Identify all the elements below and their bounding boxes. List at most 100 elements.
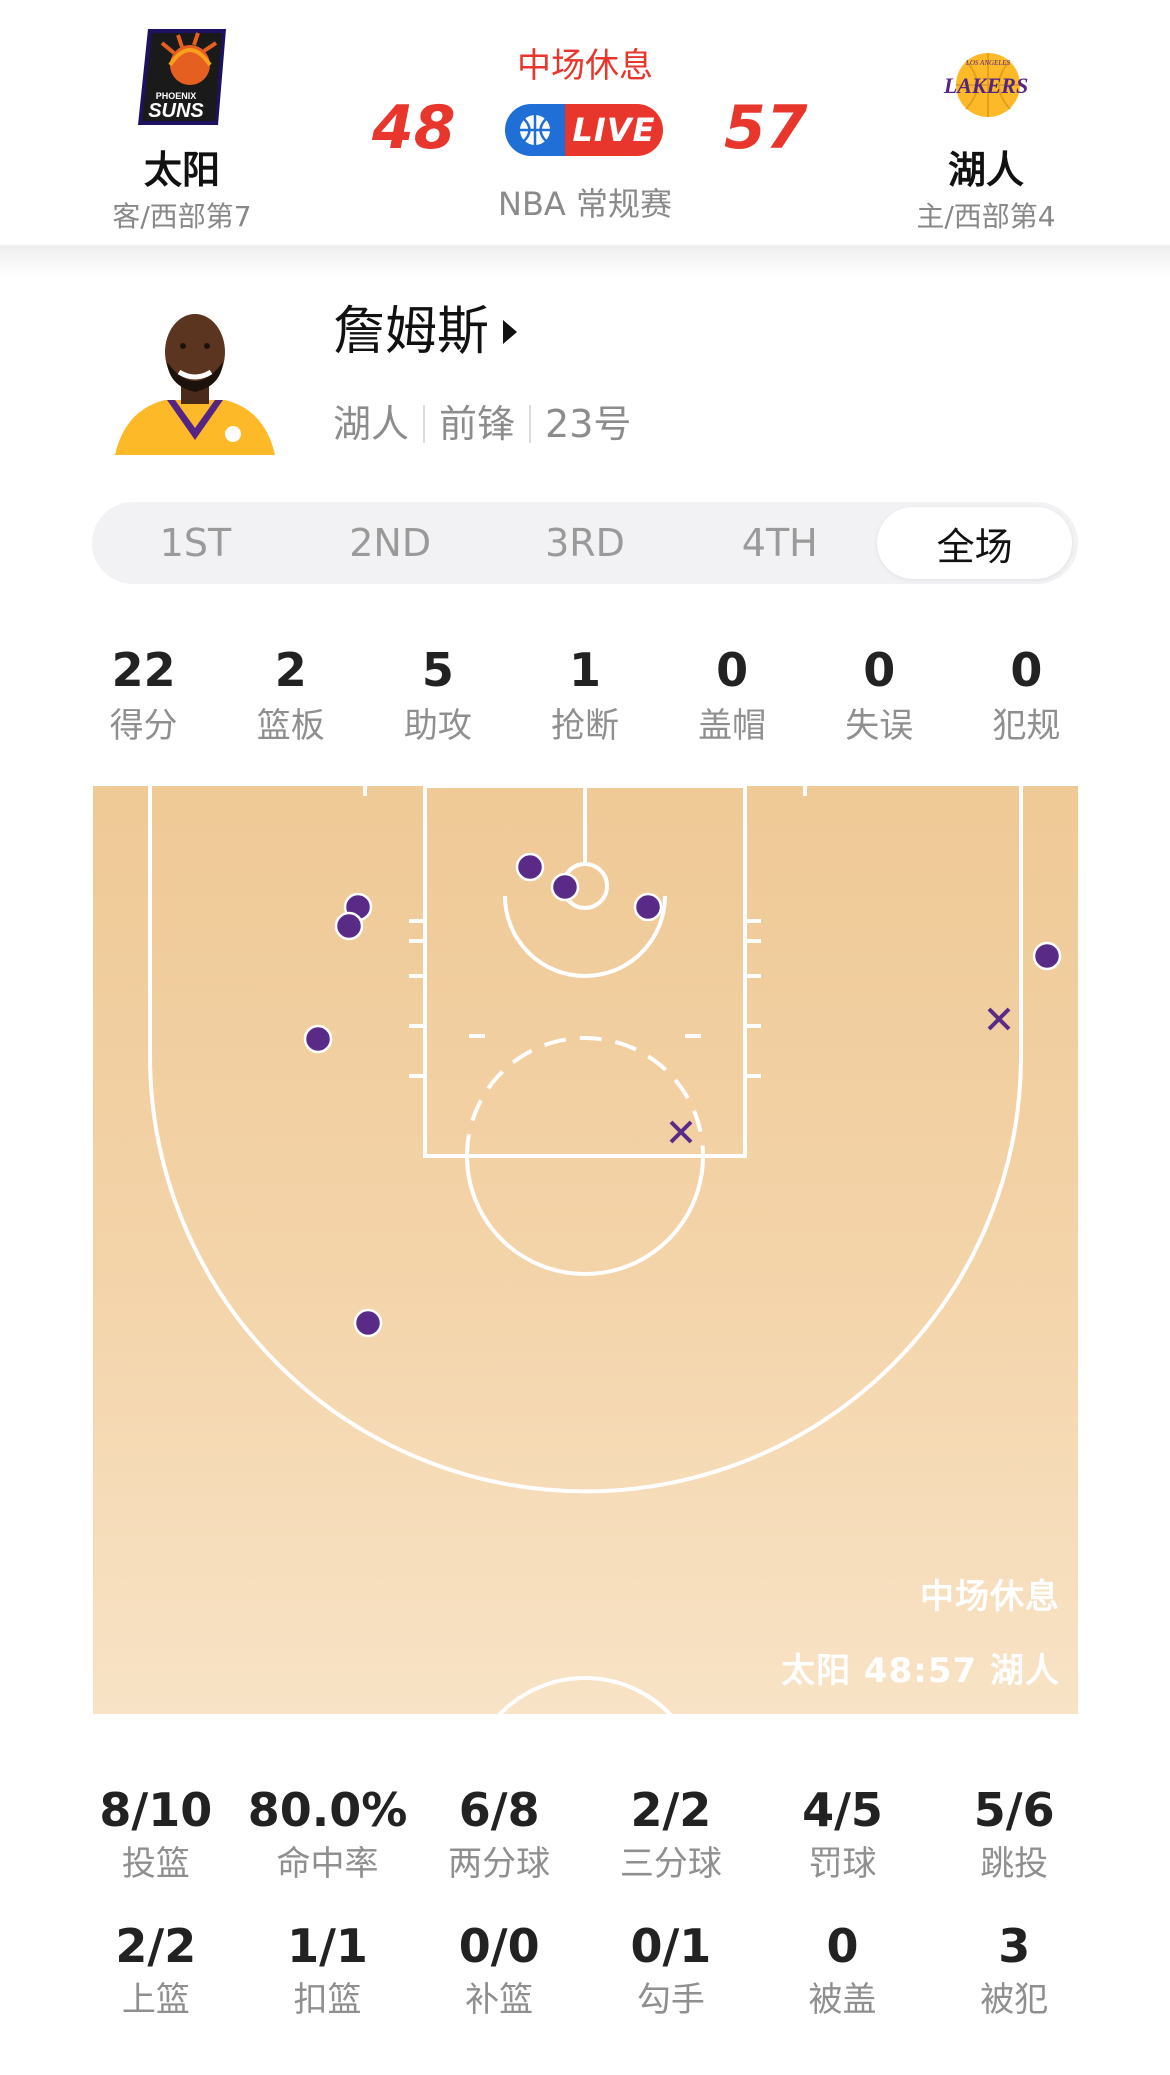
stat-value: 3 [998, 1919, 1031, 1973]
stat-label: 勾手 [636, 1980, 705, 2020]
missed-shot-marker [669, 1120, 693, 1144]
player-team: 湖人 [333, 402, 410, 446]
stat-value: 80.0% [247, 1783, 408, 1837]
player-name: 詹姆斯 [333, 302, 490, 362]
period-tabs: 1ST 2ND 3RD 4TH 全场 [92, 502, 1078, 584]
stat-value: 6/8 [458, 1783, 540, 1837]
stat-value: 2/2 [630, 1783, 712, 1837]
tab-2nd[interactable]: 2ND [293, 507, 488, 579]
stat-label: 命中率 [276, 1844, 379, 1884]
away-team[interactable]: PHOENIX SUNS 太阳 客/西部第7 [82, 25, 282, 234]
stat-value: 22 [111, 643, 176, 697]
shooting-stats-row-2: 2/2 上篮 1/1 扣篮 0/0 补篮 0/1 勾手 0 被盖 3 被犯 [70, 1918, 1100, 2024]
missed-shot-marker [987, 1007, 1011, 1031]
stat-fouls: 0 犯规 [953, 642, 1100, 750]
player-meta: 湖人 前锋 23号 [333, 400, 631, 448]
stat-value: 1 [568, 643, 601, 697]
stat-label: 得分 [109, 706, 178, 746]
away-score: 48 [372, 93, 456, 163]
home-score: 57 [724, 93, 808, 163]
stat-label: 助攻 [403, 706, 472, 746]
stat-label: 犯规 [992, 706, 1061, 746]
shot-markers [303, 852, 1062, 1338]
stat-value: 5 [421, 643, 454, 697]
away-team-standing: 客/西部第7 [112, 200, 252, 233]
stat-fg-percentage: 80.0% 命中率 [242, 1782, 414, 1888]
stat-label: 投篮 [121, 1844, 190, 1884]
stat-label: 篮板 [256, 706, 325, 746]
stat-value: 5/6 [973, 1783, 1055, 1837]
stat-dunks: 1/1 扣篮 [242, 1918, 414, 2024]
stat-label: 扣篮 [293, 1980, 362, 2020]
live-label: LIVE [565, 104, 663, 156]
made-shot-marker [515, 852, 545, 882]
stat-value: 0 [826, 1919, 859, 1973]
tab-3rd[interactable]: 3RD [488, 507, 683, 579]
player-avatar[interactable] [105, 300, 285, 455]
away-team-name: 太阳 [143, 148, 220, 192]
tab-full-game[interactable]: 全场 [877, 507, 1072, 579]
tab-4th[interactable]: 4TH [682, 507, 877, 579]
free-throw-circle-dashed [465, 1036, 705, 1157]
stat-three-pointers: 2/2 三分球 [585, 1782, 757, 1888]
stat-label: 上篮 [121, 1980, 190, 2020]
center-circle [497, 1676, 673, 1714]
tab-1st[interactable]: 1ST [98, 507, 293, 579]
svg-text:LAKERS: LAKERS [943, 73, 1028, 98]
stat-fouled: 3 被犯 [928, 1918, 1100, 2024]
stat-value: 0 [716, 643, 749, 697]
live-badge[interactable]: LIVE [505, 104, 663, 156]
made-shot-marker [1032, 941, 1062, 971]
player-stat-row: 22 得分 2 篮板 5 助攻 1 抢断 0 盖帽 0 失误 0 犯规 [70, 642, 1100, 750]
stat-steals: 1 抢断 [511, 642, 658, 750]
header-divider [0, 245, 1170, 277]
made-shot-marker [550, 872, 580, 902]
player-name-link[interactable]: 詹姆斯 [333, 300, 518, 364]
stat-value: 2 [274, 643, 307, 697]
suns-logo: PHOENIX SUNS [138, 29, 226, 125]
stat-jump-shots: 5/6 跳投 [928, 1782, 1100, 1888]
game-status: 中场休息 [517, 46, 653, 86]
stat-value: 0/0 [458, 1919, 540, 1973]
stat-assists: 5 助攻 [364, 642, 511, 750]
stat-value: 8/10 [99, 1783, 213, 1837]
home-team-standing: 主/西部第4 [916, 200, 1056, 233]
basketball-icon [505, 104, 565, 156]
stat-label: 抢断 [550, 706, 619, 746]
stat-label: 三分球 [619, 1844, 722, 1884]
stat-value: 0 [1010, 643, 1043, 697]
stat-layups: 2/2 上篮 [70, 1918, 242, 2024]
league-label: NBA 常规赛 [498, 185, 672, 223]
made-shot-marker [353, 1308, 383, 1338]
stat-label: 两分球 [448, 1844, 551, 1884]
stat-rebounds: 2 篮板 [217, 642, 364, 750]
stat-label: 被犯 [980, 1980, 1049, 2020]
stat-label: 跳投 [980, 1844, 1049, 1884]
svg-text:LOS ANGELES: LOS ANGELES [965, 59, 1011, 67]
stat-free-throws: 4/5 罚球 [757, 1782, 929, 1888]
made-shot-marker [303, 1024, 333, 1054]
player-card: 詹姆斯 湖人 前锋 23号 [0, 280, 1170, 460]
game-header: PHOENIX SUNS 太阳 客/西部第7 中场休息 48 LIVE 57 N… [0, 0, 1170, 250]
free-throw-circle [465, 1155, 705, 1276]
stat-label: 失误 [845, 706, 914, 746]
stat-label: 罚球 [808, 1844, 877, 1884]
stat-label: 盖帽 [698, 706, 767, 746]
stat-label: 补篮 [465, 1980, 534, 2020]
stat-blocked: 0 被盖 [757, 1918, 929, 2024]
stat-turnovers: 0 失误 [806, 642, 953, 750]
divider [529, 405, 532, 443]
shot-chart-court: 中场休息 太阳 48:57 湖人 [93, 786, 1078, 1714]
home-team[interactable]: LOS ANGELES LAKERS 湖人 主/西部第4 [886, 25, 1086, 234]
svg-text:SUNS: SUNS [148, 100, 204, 122]
stat-blocks: 0 盖帽 [659, 642, 806, 750]
player-position: 前锋 [439, 402, 516, 446]
stat-hook-shots: 0/1 勾手 [585, 1918, 757, 2024]
stat-label: 被盖 [808, 1980, 877, 2020]
stat-value: 0 [863, 643, 896, 697]
home-team-name: 湖人 [947, 148, 1024, 192]
stat-two-pointers: 6/8 两分球 [413, 1782, 585, 1888]
stat-field-goals: 8/10 投篮 [70, 1782, 242, 1888]
made-shot-marker [334, 911, 364, 941]
caret-right-icon [503, 320, 518, 344]
